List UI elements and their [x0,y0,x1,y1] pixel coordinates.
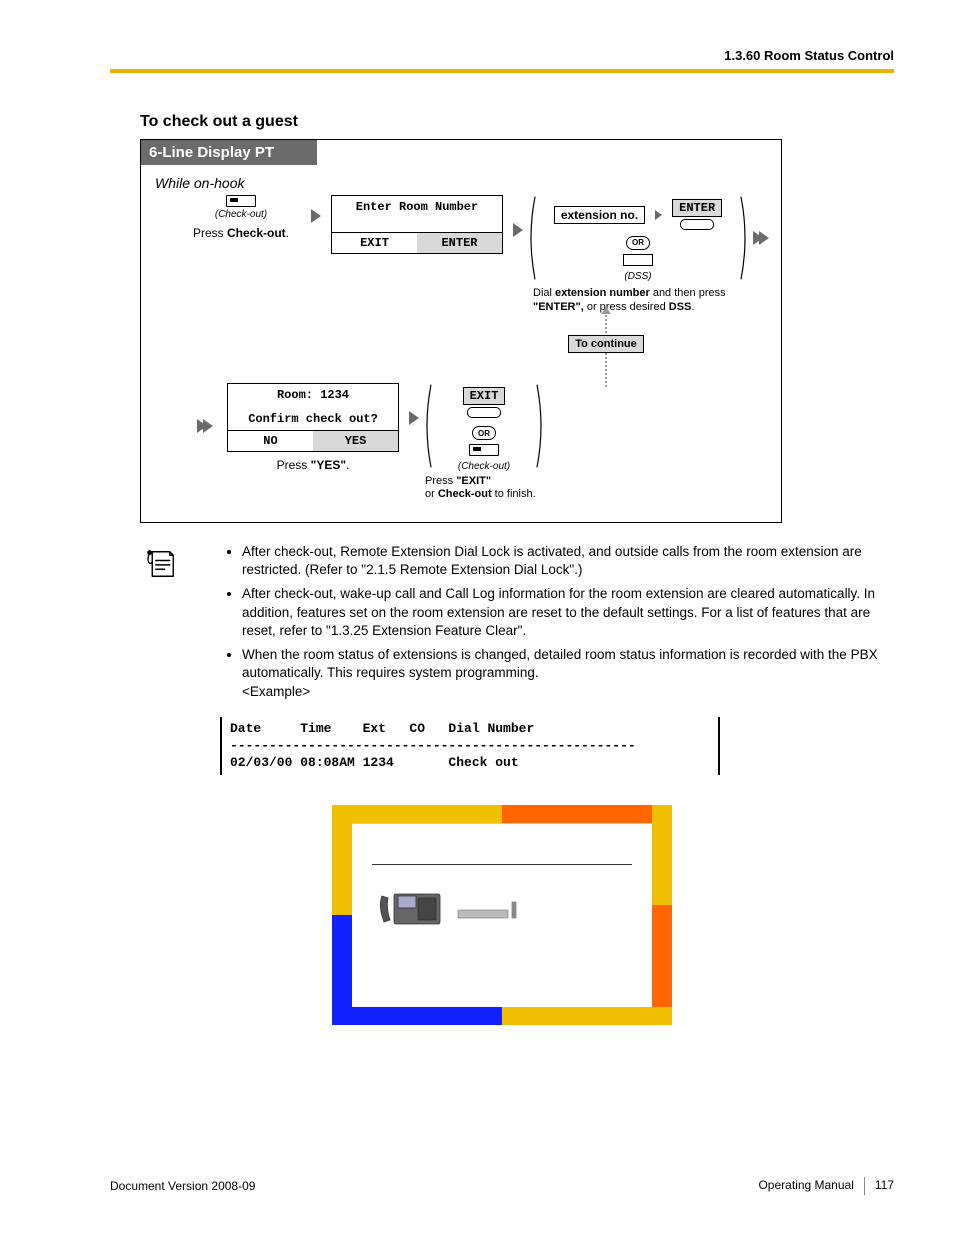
while-on-hook-label: While on-hook [155,175,781,191]
or-label: OR [626,236,650,250]
arrow-icon [311,209,321,223]
running-header: 1.3.60 Room Status Control [110,48,894,69]
note-icon [140,543,182,707]
enter-button-label: ENTER [672,199,722,217]
enter-key-icon [680,219,714,230]
ext-desc: Dial extension number and then press "EN… [533,287,726,315]
note-item: When the room status of extensions is ch… [242,646,894,701]
dss-button-icon [623,254,653,266]
page: 1.3.60 Room Status Control To check out … [0,0,954,1235]
dss-caption: (DSS) [543,271,733,282]
lcd2-confirm: Confirm check out? [230,412,396,426]
press-checkout-caption: Press Check-out. [193,226,289,240]
arrow-icon [513,223,523,237]
notes-block: After check-out, Remote Extension Dial L… [140,543,894,707]
or-label: OR [472,426,496,440]
to-continue-label: To continue [568,335,644,353]
exit-button-label: EXIT [463,387,506,405]
arrow-icon [203,419,213,433]
lcd2-room: Room: 1234 [230,388,396,402]
footer-right: Operating Manual117 [758,1177,894,1195]
arrow-icon [759,231,769,245]
arrow-icon [409,411,419,425]
arrow-icon [655,210,662,220]
lcd-enter-room: Enter Room Number EXIT ENTER [331,195,503,254]
ext-or-dss-group: extension no. ENTER OR (DSS [533,195,743,281]
extension-no-field: extension no. [554,206,645,224]
lcd1-enter: ENTER [417,233,502,253]
section-title: To check out a guest [140,113,894,131]
diagram: 6-Line Display PT While on-hook (Check-o… [140,139,782,523]
continue-arrow-up-icon [605,307,607,335]
note-item: After check-out, Remote Extension Dial L… [242,543,894,579]
checkout-caption: (Check-out) [439,461,529,472]
footer-left: Document Version 2008-09 [110,1179,255,1193]
checkout-button-caption: (Check-out) [215,209,267,220]
note-item: After check-out, wake-up call and Call L… [242,585,894,640]
checkout-button-icon [469,444,499,456]
exit-or-checkout-group: EXIT OR (Check-out) [429,383,539,469]
lcd2-no: NO [228,431,313,451]
diagram-title: 6-Line Display PT [141,140,317,165]
press-yes-caption: Press "YES". [277,458,350,472]
exit-desc: Press "EXIT" or Check-out to finish. [425,475,536,503]
ad-graphic [332,805,672,1025]
notes-list: After check-out, Remote Extension Dial L… [202,543,894,707]
lcd2-yes: YES [313,431,398,451]
page-footer: Document Version 2008-09 Operating Manua… [110,1177,894,1195]
continue-line-icon [605,353,607,389]
lcd1-title: Enter Room Number [332,196,502,232]
exit-key-icon [467,407,501,418]
lcd-confirm: Room: 1234 Confirm check out? NO YES [227,383,399,452]
header-rule [110,69,894,73]
example-label: <Example> [242,684,310,699]
lcd1-exit: EXIT [332,233,417,253]
example-printout: Date Time Ext CO Dial Number -----------… [220,717,720,776]
phone-device-icon [376,876,526,936]
checkout-button-icon [226,195,256,207]
